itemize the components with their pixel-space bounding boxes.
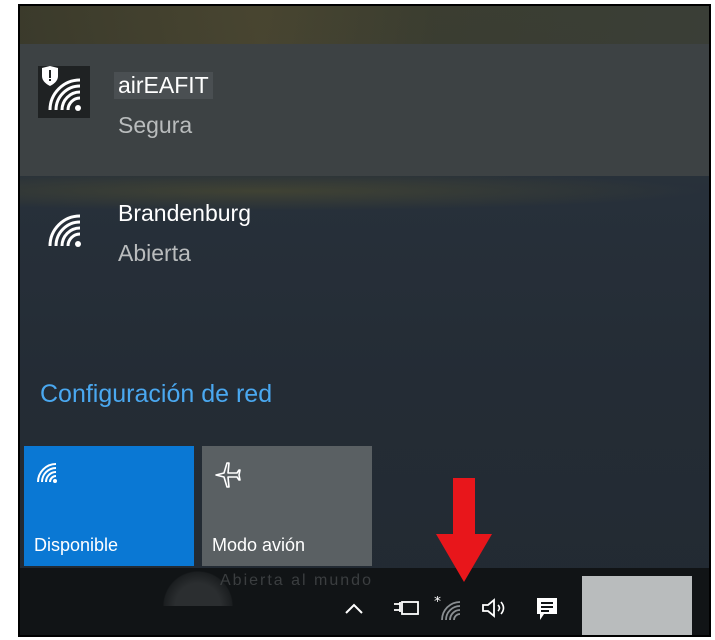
taskbar: Abierta al mundo * bbox=[20, 566, 709, 635]
secured-wifi-icon bbox=[38, 66, 90, 118]
network-item-aireafit[interactable]: airEAFIT Segura bbox=[20, 44, 709, 176]
network-flyout-window: airEAFIT Segura Brandenburg Abierta Conf… bbox=[18, 4, 711, 637]
wifi-icon bbox=[34, 460, 60, 491]
red-arrow-down-icon bbox=[436, 478, 492, 587]
notifications-icon[interactable] bbox=[534, 596, 560, 627]
airplane-icon bbox=[212, 460, 242, 495]
show-desktop-area[interactable] bbox=[582, 576, 692, 635]
wifi-toggle-tile[interactable]: Disponible bbox=[24, 446, 194, 566]
svg-text:*: * bbox=[434, 596, 441, 610]
network-status: Segura bbox=[118, 112, 193, 138]
network-item-brandenburg[interactable]: Brandenburg Abierta bbox=[20, 180, 709, 270]
network-name: airEAFIT bbox=[114, 72, 213, 99]
wallpaper-watermark-text: Abierta al mundo bbox=[220, 572, 373, 589]
wifi-icon[interactable]: * bbox=[434, 594, 466, 627]
airplane-mode-tile[interactable]: Modo avión bbox=[202, 446, 372, 566]
background-blur-top bbox=[20, 6, 709, 46]
wifi-icon bbox=[38, 202, 90, 254]
volume-icon[interactable] bbox=[480, 596, 510, 625]
airplane-tile-label: Modo avión bbox=[212, 535, 306, 555]
network-status: Abierta bbox=[118, 240, 191, 266]
wifi-tile-label: Disponible bbox=[34, 535, 119, 555]
network-settings-link[interactable]: Configuración de red bbox=[40, 380, 272, 409]
power-plug-icon[interactable] bbox=[392, 596, 422, 625]
chevron-up-icon[interactable] bbox=[342, 596, 366, 625]
network-name: Brandenburg bbox=[118, 200, 251, 226]
